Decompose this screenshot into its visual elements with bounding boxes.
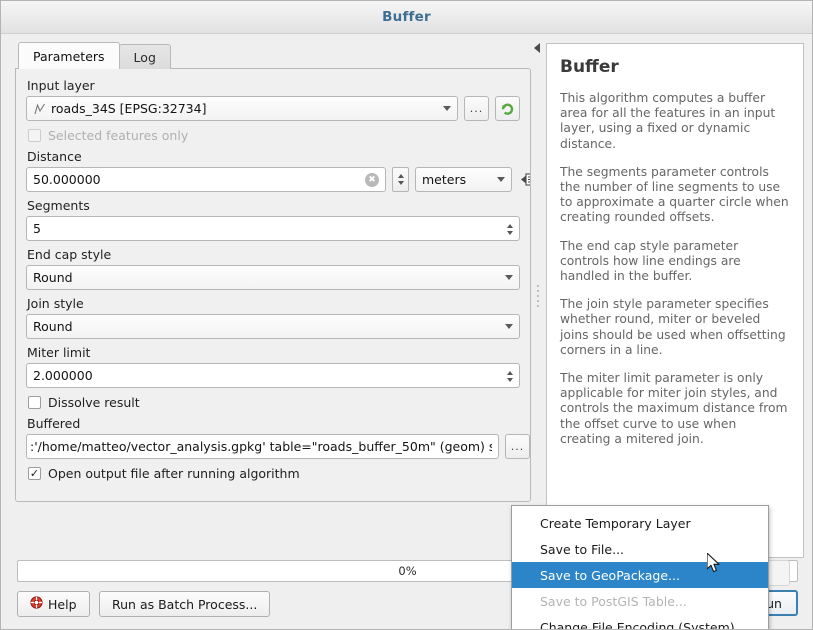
help-paragraph-5: The miter limit parameter is only applic… bbox=[560, 371, 790, 447]
left-pane: Parameters Log Input layer bbox=[9, 43, 531, 558]
menu-item-create-temporary-layer[interactable]: Create Temporary Layer bbox=[512, 510, 768, 536]
distance-row: 50.000000 ✖ meters bbox=[26, 167, 520, 192]
distance-value: 50.000000 bbox=[33, 172, 101, 187]
segments-stepper[interactable] bbox=[502, 219, 517, 240]
distance-input[interactable]: 50.000000 ✖ bbox=[26, 167, 386, 192]
chevron-down-icon bbox=[443, 106, 451, 111]
end-cap-style-value: Round bbox=[33, 270, 73, 285]
help-button-label: Help bbox=[48, 597, 77, 612]
end-cap-style-label: End cap style bbox=[27, 247, 520, 262]
segments-value: 5 bbox=[33, 221, 41, 236]
help-button[interactable]: Help bbox=[17, 591, 90, 617]
join-style-value: Round bbox=[33, 319, 73, 334]
open-output-file-label: Open output file after running algorithm bbox=[48, 466, 300, 481]
tab-log-label: Log bbox=[134, 50, 156, 65]
help-paragraph-3: The end cap style parameter controls how… bbox=[560, 239, 790, 285]
segments-row: 5 bbox=[26, 216, 520, 241]
buffered-output-value: :'/home/matteo/vector_analysis.gpkg' tab… bbox=[30, 439, 492, 454]
output-destination-context-menu: Create Temporary Layer Save to File... S… bbox=[511, 505, 769, 630]
data-defined-override-icon[interactable] bbox=[520, 171, 531, 189]
run-as-batch-label: Run as Batch Process... bbox=[112, 597, 257, 612]
chevron-down-icon bbox=[505, 324, 513, 329]
miter-limit-value: 2.000000 bbox=[33, 368, 93, 383]
menu-item-label: Change File Encoding (System)... bbox=[540, 620, 747, 630]
algorithm-help-panel: Buffer This algorithm computes a buffer … bbox=[546, 43, 804, 558]
tab-parameters[interactable]: Parameters bbox=[18, 42, 120, 69]
end-cap-style-row: Round bbox=[26, 265, 520, 290]
join-style-label: Join style bbox=[27, 296, 520, 311]
help-paragraph-2: The segments parameter controls the numb… bbox=[560, 165, 790, 226]
dissolve-result-label: Dissolve result bbox=[48, 395, 140, 410]
input-layer-browse-button[interactable]: ... bbox=[464, 96, 489, 121]
chevron-down-icon bbox=[505, 275, 513, 280]
miter-limit-input[interactable]: 2.000000 bbox=[26, 363, 520, 388]
menu-item-label: Save to PostGIS Table... bbox=[540, 594, 687, 609]
iterate-over-features-icon[interactable] bbox=[495, 96, 520, 121]
miter-limit-row: 2.000000 bbox=[26, 363, 520, 388]
miter-limit-label: Miter limit bbox=[27, 345, 520, 360]
join-style-row: Round bbox=[26, 314, 520, 339]
buffered-row: :'/home/matteo/vector_analysis.gpkg' tab… bbox=[26, 434, 520, 459]
help-title: Buffer bbox=[560, 57, 790, 77]
distance-unit-value: meters bbox=[422, 172, 466, 187]
collapse-panel-arrow-icon[interactable] bbox=[534, 43, 540, 53]
distance-unit-combo[interactable]: meters bbox=[415, 167, 512, 192]
window-title: Buffer bbox=[382, 9, 431, 25]
input-layer-row: roads_34S [EPSG:32734] ... bbox=[26, 96, 520, 121]
segments-label: Segments bbox=[27, 198, 520, 213]
menu-item-label: Save to GeoPackage... bbox=[540, 568, 680, 583]
line-layer-icon bbox=[33, 102, 47, 116]
selected-features-only-label: Selected features only bbox=[48, 128, 188, 143]
menu-item-save-to-file[interactable]: Save to File... bbox=[512, 536, 768, 562]
open-output-file-checkbox[interactable]: ✓ bbox=[28, 467, 41, 480]
miter-limit-stepper[interactable] bbox=[502, 366, 517, 387]
buffered-output-input[interactable]: :'/home/matteo/vector_analysis.gpkg' tab… bbox=[26, 434, 499, 459]
menu-item-label: Create Temporary Layer bbox=[540, 516, 691, 531]
dissolve-result-checkbox[interactable] bbox=[28, 396, 41, 409]
tab-strip: Parameters Log bbox=[9, 43, 531, 69]
join-style-combo[interactable]: Round bbox=[26, 314, 520, 339]
dialog-body: Parameters Log Input layer bbox=[1, 35, 812, 629]
distance-stepper[interactable] bbox=[392, 167, 409, 192]
input-layer-combo[interactable]: roads_34S [EPSG:32734] bbox=[26, 96, 458, 121]
buffered-label: Buffered bbox=[27, 416, 520, 431]
selected-features-only-row: Selected features only bbox=[28, 128, 520, 143]
distance-label: Distance bbox=[27, 149, 520, 164]
menu-item-save-to-postgis-table: Save to PostGIS Table... bbox=[512, 588, 768, 614]
chevron-down-icon bbox=[497, 177, 505, 182]
tab-log[interactable]: Log bbox=[119, 44, 171, 69]
window-titlebar: Buffer bbox=[1, 1, 812, 34]
selected-features-only-checkbox bbox=[28, 129, 41, 142]
clear-icon[interactable]: ✖ bbox=[365, 173, 379, 187]
splitter-grip-icon bbox=[537, 285, 540, 310]
run-as-batch-button[interactable]: Run as Batch Process... bbox=[99, 591, 270, 617]
tab-parameters-label: Parameters bbox=[33, 49, 105, 64]
dissolve-result-row[interactable]: Dissolve result bbox=[28, 395, 520, 410]
help-paragraph-1: This algorithm computes a buffer area fo… bbox=[560, 91, 790, 152]
help-paragraph-4: The join style parameter specifies wheth… bbox=[560, 297, 790, 358]
input-layer-value: roads_34S [EPSG:32734] bbox=[51, 101, 206, 116]
menu-item-save-to-geopackage[interactable]: Save to GeoPackage... bbox=[512, 562, 768, 588]
menu-item-label: Save to File... bbox=[540, 542, 624, 557]
end-cap-style-combo[interactable]: Round bbox=[26, 265, 520, 290]
buffer-dialog: Buffer Parameters Log Input layer bbox=[0, 0, 813, 630]
buffered-browse-button[interactable]: ... bbox=[505, 434, 530, 459]
lifebuoy-icon bbox=[30, 596, 43, 612]
open-output-file-row[interactable]: ✓ Open output file after running algorit… bbox=[28, 466, 520, 481]
menu-item-change-file-encoding[interactable]: Change File Encoding (System)... bbox=[512, 614, 768, 630]
segments-input[interactable]: 5 bbox=[26, 216, 520, 241]
input-layer-label: Input layer bbox=[27, 78, 520, 93]
parameters-panel: Input layer roads_34S [EPSG:32734] bbox=[15, 68, 531, 502]
progress-text: 0% bbox=[398, 564, 416, 578]
